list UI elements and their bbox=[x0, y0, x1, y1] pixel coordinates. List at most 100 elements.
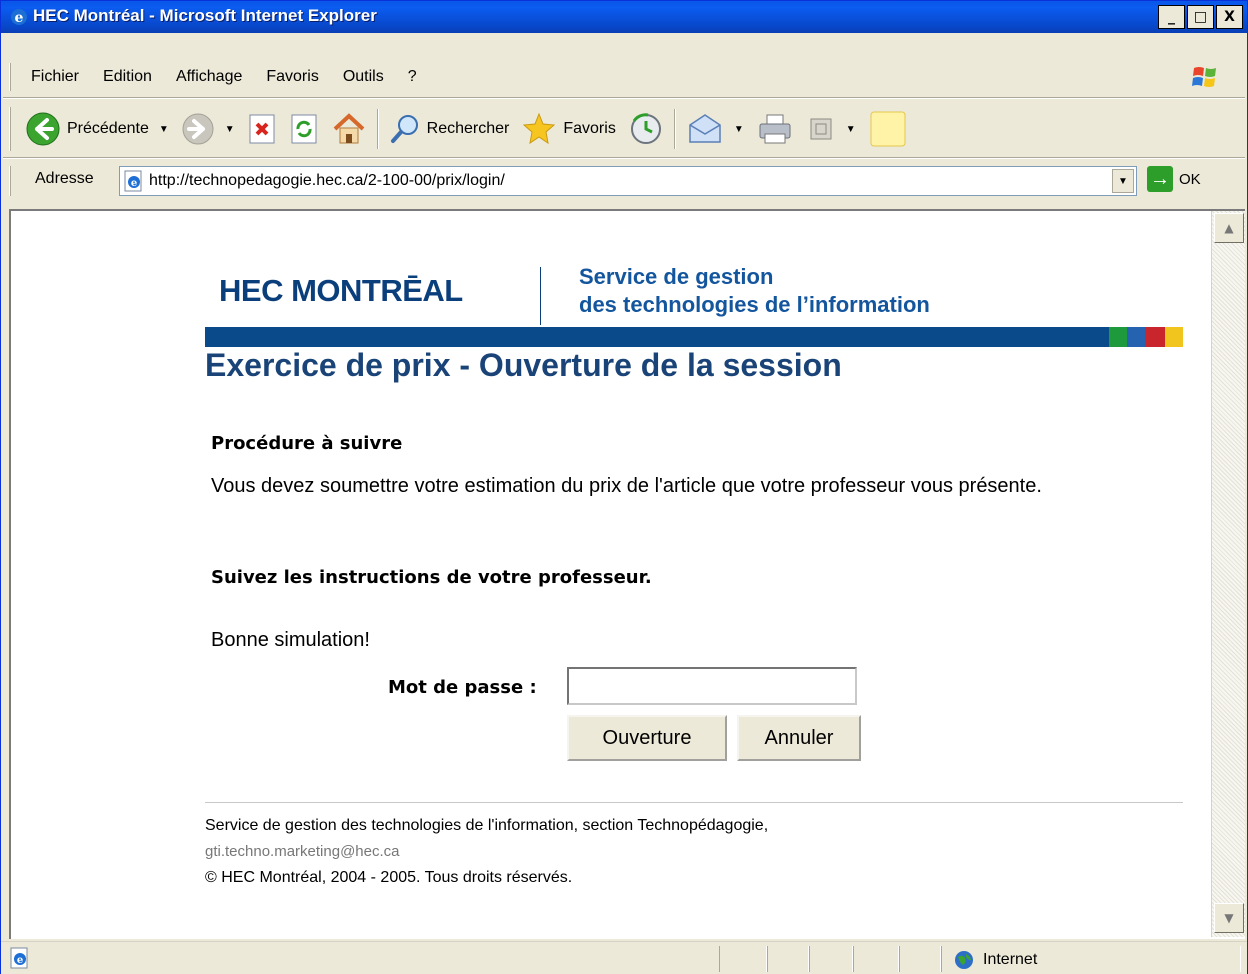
browser-window: e HEC Montréal - Microsoft Internet Expl… bbox=[0, 0, 1248, 974]
search-icon bbox=[390, 115, 418, 143]
notes-button[interactable] bbox=[862, 107, 914, 151]
security-zone[interactable]: Internet bbox=[953, 949, 1037, 971]
page-ie-icon: e bbox=[124, 170, 142, 192]
back-button[interactable]: Précédente ▼ bbox=[19, 107, 175, 151]
status-bar: e Internet bbox=[1, 941, 1247, 974]
minimize-button[interactable]: _ bbox=[1158, 5, 1185, 29]
go-arrow-icon: → bbox=[1147, 166, 1173, 192]
footer-service-text: Service de gestion des technologies de l… bbox=[205, 817, 769, 834]
banner-bar bbox=[205, 327, 1183, 347]
mail-dropdown-icon[interactable]: ▼ bbox=[734, 124, 744, 135]
favorites-button-label: Favoris bbox=[563, 120, 616, 137]
search-button-label: Rechercher bbox=[426, 120, 510, 137]
print-button[interactable] bbox=[750, 107, 800, 151]
banner-red-block bbox=[1145, 327, 1165, 347]
back-dropdown-icon[interactable]: ▼ bbox=[159, 124, 169, 135]
go-button[interactable]: → OK bbox=[1147, 166, 1201, 192]
footer-copyright: © HEC Montréal, 2004 - 2005. Tous droits… bbox=[205, 869, 573, 886]
forward-arrow-icon bbox=[182, 113, 214, 145]
vertical-scrollbar[interactable]: ▲ ▼ bbox=[1211, 211, 1245, 937]
status-panel bbox=[767, 946, 809, 972]
history-icon bbox=[630, 113, 661, 144]
back-button-label: Précédente bbox=[67, 120, 149, 137]
stop-button[interactable] bbox=[241, 107, 283, 151]
address-label: Adresse bbox=[35, 170, 94, 187]
footer-divider bbox=[205, 802, 1183, 803]
instructions-text: Suivez les instructions de votre profess… bbox=[211, 567, 652, 588]
svg-text:e: e bbox=[17, 955, 23, 966]
cancel-button[interactable]: Annuler bbox=[737, 715, 861, 761]
open-button[interactable]: Ouverture bbox=[567, 715, 727, 761]
toolbar-separator bbox=[376, 109, 379, 149]
star-icon bbox=[523, 112, 556, 145]
banner-yellow-block bbox=[1165, 327, 1183, 347]
back-arrow-icon bbox=[26, 112, 60, 146]
toolbar-separator-line bbox=[3, 157, 1245, 159]
close-button[interactable]: X bbox=[1216, 5, 1243, 29]
menu-affichage[interactable]: Affichage bbox=[164, 68, 254, 86]
edit-button[interactable]: ▼ bbox=[800, 107, 862, 151]
mail-icon bbox=[689, 114, 721, 143]
standard-toolbar: Précédente ▼ ▼ Rechercher Favoris ▼ ▼ bbox=[19, 101, 914, 157]
svg-text:e: e bbox=[15, 10, 24, 26]
status-panel bbox=[809, 946, 853, 972]
stop-icon bbox=[249, 114, 275, 144]
security-zone-label: Internet bbox=[983, 951, 1038, 968]
menu-outils[interactable]: Outils bbox=[331, 68, 396, 86]
maximize-button[interactable]: □ bbox=[1187, 5, 1214, 29]
forward-dropdown-icon[interactable]: ▼ bbox=[225, 124, 235, 135]
menu-bar: Fichier Edition Affichage Favoris Outils… bbox=[19, 59, 429, 95]
status-page-icon: e bbox=[10, 947, 28, 969]
service-title: Service de gestion des technologies de l… bbox=[579, 263, 930, 319]
menu-favoris[interactable]: Favoris bbox=[254, 68, 330, 86]
search-button[interactable]: Rechercher bbox=[383, 107, 516, 151]
hec-logo: HEC MONTRĒAL bbox=[219, 273, 463, 308]
procedure-heading: Procédure à suivre bbox=[211, 433, 403, 454]
address-bar: Adresse e http://technopedagogie.hec.ca/… bbox=[1, 161, 1247, 201]
password-label: Mot de passe : bbox=[388, 677, 537, 698]
greeting-text: Bonne simulation! bbox=[211, 629, 370, 651]
globe-icon bbox=[955, 951, 973, 969]
menu-separator bbox=[3, 97, 1245, 99]
toolbar-grip[interactable] bbox=[9, 107, 12, 151]
menubar-grip[interactable] bbox=[9, 63, 12, 91]
printer-icon bbox=[759, 114, 791, 144]
title-bar[interactable]: e HEC Montréal - Microsoft Internet Expl… bbox=[1, 1, 1247, 33]
forward-button[interactable]: ▼ bbox=[175, 107, 241, 151]
address-url: http://technopedagogie.hec.ca/2-100-00/p… bbox=[149, 172, 505, 189]
menu-help[interactable]: ? bbox=[396, 68, 429, 86]
procedure-text: Vous devez soumettre votre estimation du… bbox=[211, 475, 1042, 497]
edit-icon bbox=[810, 118, 832, 140]
menu-edition[interactable]: Edition bbox=[91, 68, 164, 86]
scroll-down-icon[interactable]: ▼ bbox=[1214, 903, 1244, 933]
scroll-up-icon[interactable]: ▲ bbox=[1214, 213, 1244, 243]
footer-email-link[interactable]: gti.techno.marketing@hec.ca bbox=[205, 843, 400, 860]
page-title: Exercice de prix - Ouverture de la sessi… bbox=[205, 347, 842, 383]
ie-icon: e bbox=[11, 9, 27, 26]
status-panel bbox=[853, 946, 899, 972]
status-panel bbox=[719, 946, 767, 972]
favorites-button[interactable]: Favoris bbox=[515, 107, 621, 151]
home-button[interactable] bbox=[325, 107, 373, 151]
password-input[interactable] bbox=[567, 667, 857, 705]
service-title-line2: des technologies de l’information bbox=[579, 292, 930, 317]
refresh-icon bbox=[291, 114, 317, 144]
home-icon bbox=[333, 113, 365, 144]
logo-divider bbox=[540, 267, 541, 325]
mail-button[interactable]: ▼ bbox=[680, 107, 750, 151]
banner-blue-block bbox=[1127, 327, 1145, 347]
status-panel bbox=[899, 946, 941, 972]
address-input[interactable]: e http://technopedagogie.hec.ca/2-100-00… bbox=[119, 166, 1137, 196]
address-dropdown-icon[interactable]: ▼ bbox=[1112, 169, 1134, 193]
edit-dropdown-icon[interactable]: ▼ bbox=[846, 124, 856, 135]
history-button[interactable] bbox=[622, 107, 670, 151]
go-button-label: OK bbox=[1179, 170, 1201, 188]
menu-fichier[interactable]: Fichier bbox=[19, 68, 91, 86]
windows-logo-icon bbox=[1192, 67, 1216, 87]
window-title: HEC Montréal - Microsoft Internet Explor… bbox=[33, 6, 377, 25]
toolbar-separator bbox=[673, 109, 676, 149]
refresh-button[interactable] bbox=[283, 107, 325, 151]
banner-green-block bbox=[1109, 327, 1127, 347]
svg-text:e: e bbox=[131, 178, 137, 189]
service-title-line1: Service de gestion bbox=[579, 264, 774, 289]
